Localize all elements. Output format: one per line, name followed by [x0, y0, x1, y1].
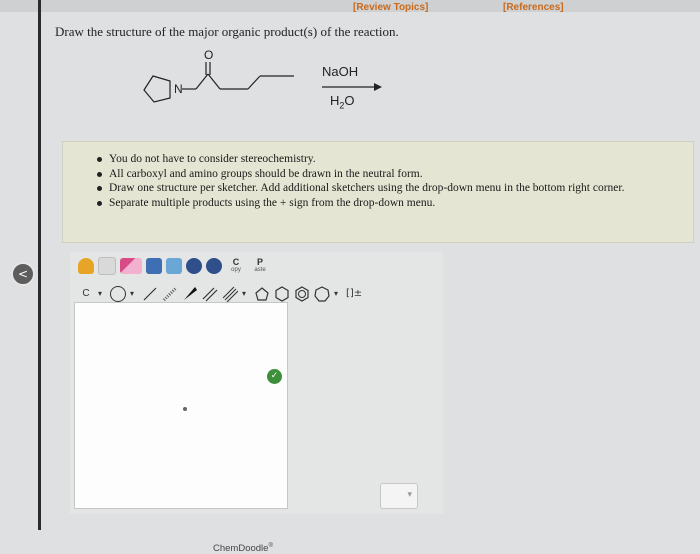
back-button[interactable]: < [11, 262, 35, 286]
double-bond-icon[interactable] [202, 286, 218, 302]
paste-button[interactable]: P aste [250, 258, 270, 274]
left-border [38, 0, 41, 530]
sketch-canvas[interactable]: ✓ ChemDoodle® [74, 302, 288, 554]
references-link[interactable]: [References] [503, 2, 564, 13]
reaction-scheme: N O NaOH H2O [130, 46, 390, 120]
nitrogen-atom: N [174, 82, 183, 96]
chemdoodle-brand: ChemDoodle® [213, 543, 273, 554]
redo-icon[interactable] [166, 258, 182, 274]
carbon-label-tool[interactable]: C [78, 286, 94, 302]
wedge-bond-icon[interactable] [182, 286, 198, 302]
chemdoodle-sketcher: C opy P aste C ▾ ▾ ▾ ▾ []± ✓ ChemDoodle® [70, 252, 443, 554]
undo-icon[interactable] [146, 258, 162, 274]
chevron-down-icon[interactable]: ▾ [334, 286, 342, 302]
instruction-item: All carboxyl and amino groups should be … [97, 167, 693, 182]
oxygen-atom: O [204, 48, 213, 62]
chevron-down-icon[interactable]: ▾ [98, 286, 106, 302]
reaction-arrow [322, 83, 382, 91]
ring-hexagon-icon[interactable] [274, 286, 290, 302]
canvas-dot [183, 407, 187, 411]
bracket-tool[interactable]: []± [346, 286, 368, 302]
zoom-in-icon[interactable] [186, 258, 202, 274]
sketcher-dropdown[interactable]: ▾ [380, 483, 418, 509]
charge-plus-icon[interactable] [110, 286, 126, 302]
triple-bond-icon[interactable] [222, 286, 238, 302]
hand-icon[interactable] [78, 258, 94, 274]
instruction-item: Separate multiple products using the + s… [97, 196, 693, 211]
zoom-out-icon[interactable] [206, 258, 222, 274]
copy-button[interactable]: C opy [226, 258, 246, 274]
instructions-box: You do not have to consider stereochemis… [62, 141, 694, 243]
question-text: Draw the structure of the major organic … [55, 24, 399, 39]
lasso-icon[interactable] [98, 257, 116, 275]
ring-benzene-icon[interactable] [294, 286, 310, 302]
ring-heptagon-icon[interactable] [314, 286, 330, 302]
hashed-bond-icon[interactable] [162, 286, 178, 302]
reagent-naoh: NaOH [322, 64, 359, 79]
instruction-item: You do not have to consider stereochemis… [97, 152, 693, 167]
sketcher-toolbar-top: C opy P aste [78, 256, 270, 276]
top-bar [0, 0, 700, 12]
chevron-down-icon[interactable]: ▾ [130, 286, 138, 302]
review-topics-link[interactable]: [Review Topics] [353, 2, 428, 13]
ring-pentagon-icon[interactable] [254, 286, 270, 302]
sketcher-toolbar-bottom: C ▾ ▾ ▾ ▾ []± [78, 284, 368, 304]
chevron-down-icon[interactable]: ▾ [242, 286, 250, 302]
eraser-icon[interactable] [120, 258, 142, 274]
ok-checkmark-icon[interactable]: ✓ [267, 369, 282, 384]
instruction-item: Draw one structure per sketcher. Add add… [97, 181, 693, 196]
single-bond-icon[interactable] [142, 286, 158, 302]
reagent-water: H2O [330, 93, 355, 111]
